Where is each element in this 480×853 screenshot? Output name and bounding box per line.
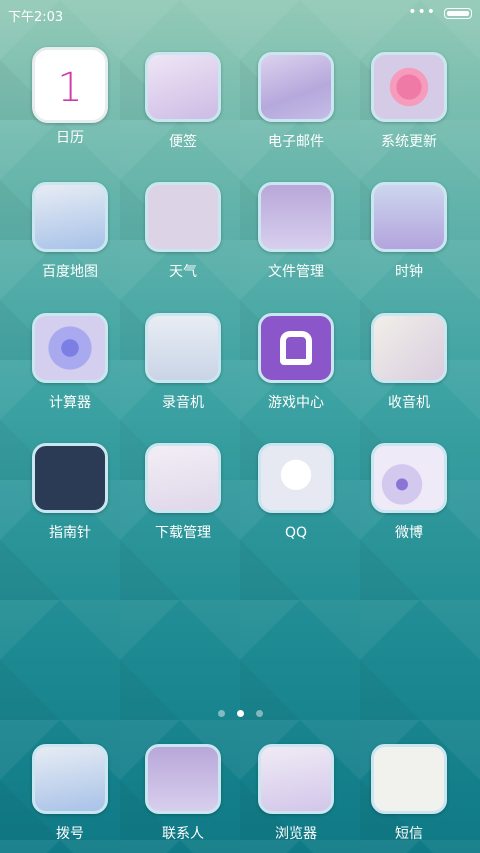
clock-icon	[371, 182, 447, 252]
app-game-center[interactable]: 游戏中心	[241, 313, 351, 412]
app-weather[interactable]: 天气	[128, 182, 238, 281]
app-label: 录音机	[162, 395, 204, 411]
app-label: QQ	[284, 525, 308, 541]
gamepad-icon	[280, 331, 312, 365]
calendar-day-number: 1	[57, 65, 83, 111]
app-label: 收音机	[388, 395, 430, 411]
app-label: 天气	[169, 264, 197, 280]
app-label: 拨号	[56, 826, 84, 842]
app-label: 系统更新	[381, 134, 437, 150]
app-label: 短信	[395, 826, 423, 842]
app-compass[interactable]: 指南针	[15, 443, 125, 542]
dock-app-contacts[interactable]: 联系人	[128, 744, 238, 843]
app-baidu-map[interactable]: 百度地图	[15, 182, 125, 281]
app-label: 电子邮件	[268, 134, 324, 150]
file-manager-icon	[258, 182, 334, 252]
app-label: 联系人	[162, 826, 204, 842]
app-download-manager[interactable]: 下载管理	[128, 443, 238, 542]
radio-icon	[371, 313, 447, 383]
messages-icon	[371, 744, 447, 814]
dock-app-dialer[interactable]: 拨号	[15, 744, 125, 843]
app-label: 便签	[169, 134, 197, 150]
app-label: 指南针	[49, 525, 91, 541]
baidu-map-icon	[32, 182, 108, 252]
dialer-icon	[32, 744, 108, 814]
weather-icon	[145, 182, 221, 252]
download-manager-icon	[145, 443, 221, 513]
app-label: 文件管理	[268, 264, 324, 280]
app-clock[interactable]: 时钟	[354, 182, 464, 281]
notes-icon	[145, 52, 221, 122]
dock-app-browser[interactable]: 浏览器	[241, 744, 351, 843]
compass-icon	[32, 443, 108, 513]
email-icon	[258, 52, 334, 122]
app-email[interactable]: 电子邮件	[241, 52, 351, 151]
dock-app-messages[interactable]: 短信	[354, 744, 464, 843]
app-label: 日历	[56, 130, 84, 146]
app-label: 游戏中心	[268, 395, 324, 411]
weibo-icon	[371, 443, 447, 513]
app-calculator[interactable]: 计算器	[15, 313, 125, 412]
app-label: 时钟	[395, 264, 423, 280]
more-dots-icon: •••	[408, 4, 436, 20]
contacts-icon	[145, 744, 221, 814]
browser-icon	[258, 744, 334, 814]
app-label: 下载管理	[155, 525, 211, 541]
app-weibo[interactable]: 微博	[354, 443, 464, 542]
app-notes[interactable]: 便签	[128, 52, 238, 151]
app-file-manager[interactable]: 文件管理	[241, 182, 351, 281]
status-bar: 下午2:03 •••	[0, 0, 480, 28]
app-calendar[interactable]: 1 日历	[15, 47, 125, 147]
system-update-icon	[371, 52, 447, 122]
app-label: 浏览器	[275, 826, 317, 842]
page-indicator[interactable]	[0, 702, 480, 721]
calendar-icon: 1	[32, 47, 108, 123]
status-time: 下午2:03	[8, 10, 64, 25]
game-center-icon	[258, 313, 334, 383]
page-dot[interactable]	[255, 710, 263, 717]
recorder-icon	[145, 313, 221, 383]
app-label: 微博	[395, 525, 423, 541]
app-qq[interactable]: QQ	[241, 443, 351, 542]
calculator-icon	[32, 313, 108, 383]
app-system-update[interactable]: 系统更新	[354, 52, 464, 151]
app-recorder[interactable]: 录音机	[128, 313, 238, 412]
qq-icon	[258, 443, 334, 513]
page-dot-active[interactable]	[236, 710, 244, 717]
app-radio[interactable]: 收音机	[354, 313, 464, 412]
app-label: 计算器	[49, 395, 91, 411]
app-label: 百度地图	[42, 264, 98, 280]
page-dot[interactable]	[217, 710, 225, 717]
battery-icon	[444, 8, 472, 19]
